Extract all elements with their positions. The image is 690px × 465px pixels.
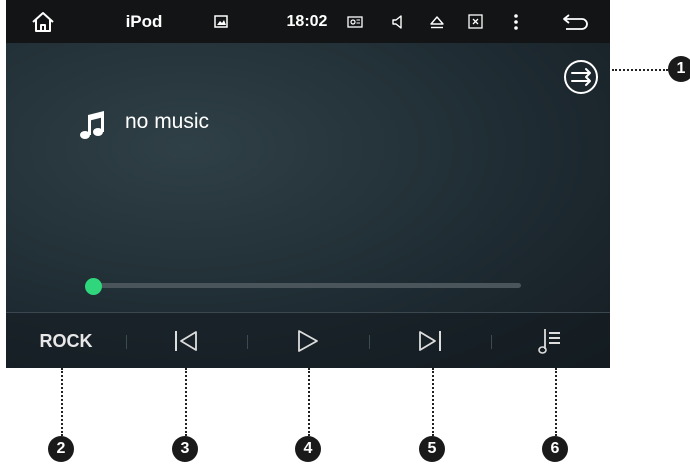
clock: 18:02 (286, 12, 328, 30)
gallery-icon[interactable] (209, 0, 233, 43)
back-arrow-icon[interactable] (556, 0, 596, 43)
previous-button[interactable] (156, 313, 216, 368)
eject-icon[interactable] (424, 0, 450, 43)
ipod-screen: iPod 18:02 no music ROCK (6, 0, 610, 368)
callout-1: 1 (668, 56, 690, 82)
playlist-icon (538, 329, 560, 354)
callout-2: 2 (48, 436, 74, 462)
previous-icon (175, 331, 197, 351)
callout-4: 4 (295, 436, 321, 462)
callout-leader-4 (308, 368, 310, 436)
progress-track[interactable] (91, 283, 521, 288)
callout-6: 6 (542, 436, 568, 462)
separator (126, 335, 127, 349)
next-button[interactable] (400, 313, 460, 368)
close-box-icon[interactable] (462, 0, 488, 43)
play-icon (298, 330, 318, 352)
callout-leader-3 (185, 368, 187, 436)
callout-5: 5 (419, 436, 445, 462)
play-button[interactable] (278, 313, 338, 368)
status-bar: iPod 18:02 (6, 0, 610, 43)
shuffle-icon (564, 60, 598, 94)
home-icon[interactable] (26, 0, 60, 43)
track-title: no music (125, 110, 210, 133)
separator (369, 335, 370, 349)
app-title: iPod (125, 11, 163, 31)
separator (247, 335, 248, 349)
eq-preset-button[interactable]: ROCK (24, 313, 108, 368)
music-note-icon (78, 109, 108, 141)
menu-dots-icon[interactable] (506, 0, 526, 43)
callout-leader-1 (612, 69, 668, 71)
callout-3: 3 (172, 436, 198, 462)
volume-icon[interactable] (386, 0, 410, 43)
callout-leader-6 (555, 368, 557, 436)
callout-leader-5 (432, 368, 434, 436)
radio-icon[interactable] (340, 0, 370, 43)
separator (491, 335, 492, 349)
control-bar: ROCK (6, 312, 610, 368)
playlist-button[interactable] (521, 313, 581, 368)
shuffle-button[interactable] (563, 59, 599, 95)
progress-knob[interactable] (84, 278, 102, 295)
callout-leader-2 (61, 368, 63, 436)
next-icon (419, 331, 441, 351)
